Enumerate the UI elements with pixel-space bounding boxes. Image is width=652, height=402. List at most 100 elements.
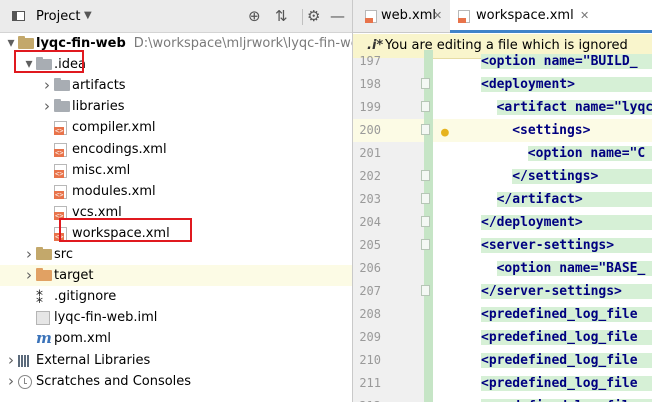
- code-line[interactable]: 203 </artifact>: [353, 188, 652, 211]
- tree-item[interactable]: › src: [0, 244, 352, 265]
- change-marker: [424, 50, 433, 73]
- chevron-right-icon[interactable]: ›: [24, 244, 34, 265]
- code-line[interactable]: 207 </server-settings>: [353, 280, 652, 303]
- tree-item-label: pom.xml: [54, 331, 111, 347]
- code-line[interactable]: 206 <option name="BASE_: [353, 257, 652, 280]
- code-line[interactable]: 208 <predefined_log_file: [353, 303, 652, 326]
- project-view-icon: [12, 11, 25, 21]
- code-text: <option name="BASE_: [496, 261, 652, 276]
- header-divider: [302, 9, 303, 25]
- line-number: 205: [359, 238, 381, 252]
- line-number: 199: [359, 100, 381, 114]
- tree-item[interactable]: misc.xml: [0, 160, 352, 181]
- code-line[interactable]: 202 </settings>: [353, 165, 652, 188]
- code-text: </deployment>: [481, 215, 652, 230]
- code-line[interactable]: 210 <predefined_log_file: [353, 349, 652, 372]
- code-line[interactable]: 198 <deployment>: [353, 73, 652, 96]
- code-text: <option name="C: [527, 146, 652, 161]
- code-line[interactable]: 199 <artifact name="lyqc: [353, 96, 652, 119]
- editor-tabs: web.xml ✕ workspace.xml ✕: [353, 0, 652, 33]
- tree-item-label: artifacts: [72, 78, 126, 94]
- change-marker: [424, 349, 433, 372]
- lightbulb-icon[interactable]: ●: [441, 121, 449, 144]
- tree-item[interactable]: ⁑ .gitignore: [0, 286, 352, 307]
- chevron-right-icon[interactable]: ›: [42, 96, 52, 117]
- hide-icon[interactable]: —: [330, 7, 345, 25]
- fold-marker-icon[interactable]: [421, 285, 430, 296]
- tab-workspace-xml[interactable]: workspace.xml ✕: [450, 0, 652, 33]
- xml-file-icon: [365, 10, 377, 23]
- code-text: </artifact>: [496, 192, 652, 207]
- line-number: 200: [359, 123, 381, 137]
- code-text: <predefined_log_file: [481, 376, 652, 391]
- project-panel-title[interactable]: Project: [36, 9, 80, 24]
- code-line[interactable]: 205 <server-settings>: [353, 234, 652, 257]
- code-line[interactable]: 201 <option name="C: [353, 142, 652, 165]
- fold-marker-icon[interactable]: [421, 170, 430, 181]
- change-marker: [424, 372, 433, 395]
- folder-icon: [36, 247, 52, 260]
- chevron-right-icon[interactable]: ›: [6, 350, 16, 371]
- xml-file-icon: [458, 10, 470, 23]
- tree-item[interactable]: modules.xml: [0, 181, 352, 202]
- tree-item-label: .gitignore: [54, 289, 117, 305]
- fold-marker-icon[interactable]: [421, 216, 430, 227]
- xml-file-icon: [54, 121, 67, 136]
- tree-item[interactable]: › External Libraries: [0, 350, 352, 371]
- code-text: <server-settings>: [481, 238, 652, 253]
- close-icon[interactable]: ✕: [433, 0, 442, 32]
- folder-icon: [54, 99, 70, 113]
- tab-label: web.xml: [381, 8, 436, 23]
- code-line[interactable]: 204 </deployment>: [353, 211, 652, 234]
- code-line[interactable]: 209 <predefined_log_file: [353, 326, 652, 349]
- annotation-box-workspace: [59, 218, 192, 242]
- code-line[interactable]: 197 <option name="BUILD_: [353, 50, 652, 73]
- tree-item[interactable]: compiler.xml: [0, 117, 352, 138]
- tree-item-label: compiler.xml: [72, 120, 156, 136]
- change-marker: [424, 395, 433, 402]
- code-text: <settings>: [512, 123, 591, 138]
- chevron-right-icon[interactable]: ›: [42, 75, 52, 96]
- collapse-icon[interactable]: ⇅: [275, 7, 288, 25]
- tree-item[interactable]: › Scratches and Consoles: [0, 371, 352, 392]
- code-area[interactable]: 197 <option name="BUILD_ 198 <deployment> 19…: [353, 50, 652, 402]
- code-line[interactable]: 212<predefined_log_file: [353, 395, 652, 402]
- library-icon: [18, 354, 34, 367]
- tree-item[interactable]: encodings.xml: [0, 139, 352, 160]
- chevron-right-icon[interactable]: ›: [6, 371, 16, 392]
- fold-marker-icon[interactable]: [421, 239, 430, 250]
- project-path: D:\workspace\mljrwork\lyqc-fin-web: [133, 36, 353, 51]
- tree-item[interactable]: › artifacts: [0, 75, 352, 96]
- fold-marker-icon[interactable]: [421, 124, 430, 135]
- code-line[interactable]: 211 <predefined_log_file: [353, 372, 652, 395]
- fold-marker-icon[interactable]: [421, 78, 430, 89]
- tree-item[interactable]: m pom.xml: [0, 328, 352, 349]
- tree-item-label: libraries: [72, 99, 125, 115]
- change-marker: [424, 142, 433, 165]
- line-number: 202: [359, 169, 381, 183]
- tree-item[interactable]: › target: [0, 265, 352, 287]
- tree-item-label: Scratches and Consoles: [36, 373, 192, 389]
- tab-label: workspace.xml: [476, 8, 574, 23]
- gear-icon[interactable]: ⚙: [307, 7, 320, 25]
- close-icon[interactable]: ✕: [580, 0, 589, 32]
- code-line[interactable]: 200 ● <settings>: [353, 119, 652, 142]
- locate-icon[interactable]: ⊕: [248, 7, 261, 25]
- tree-item[interactable]: lyqc-fin-web.iml: [0, 307, 352, 328]
- line-number: 212: [353, 395, 381, 402]
- chevron-right-icon[interactable]: ›: [24, 265, 34, 286]
- tab-web-xml[interactable]: web.xml ✕: [353, 0, 445, 32]
- project-panel-header: Project ▼ ⊕ ⇅ ⚙ —: [0, 0, 352, 33]
- fold-marker-icon[interactable]: [421, 193, 430, 204]
- folder-icon: [36, 268, 52, 282]
- tree-item-label: target: [54, 268, 94, 284]
- line-number: 211: [359, 376, 381, 390]
- fold-marker-icon[interactable]: [421, 101, 430, 112]
- chevron-down-icon[interactable]: ▼: [84, 10, 92, 21]
- editor-panel: web.xml ✕ workspace.xml ✕ .i* You are ed…: [353, 0, 652, 402]
- line-number: 203: [359, 192, 381, 206]
- change-marker: [424, 326, 433, 349]
- tree-item[interactable]: › libraries: [0, 96, 352, 117]
- xml-file-icon: [54, 142, 67, 157]
- code-text: </server-settings>: [481, 284, 652, 299]
